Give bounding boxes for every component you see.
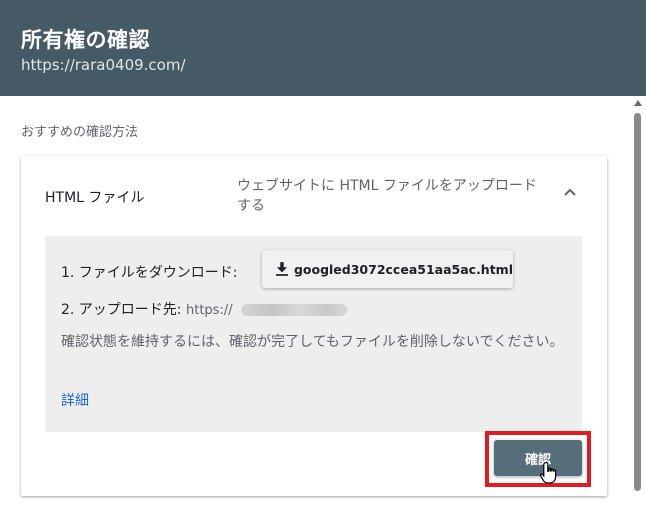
download-file-button[interactable]: googled3072ccea51aa5ac.html [262,250,513,288]
dialog-title: 所有権の確認 [21,28,150,52]
step2-row: 2. アップロード先: https:// [61,299,348,319]
highlight-box [485,431,591,487]
property-url: https://rara0409.com/ [21,56,186,74]
download-file-name: googled3072ccea51aa5ac.html [293,261,513,277]
chevron-up-icon[interactable] [561,184,579,202]
scrollbar[interactable] [630,96,646,515]
scrollbar-thumb[interactable] [634,113,641,491]
scroll-up-arrow-icon[interactable] [633,99,643,107]
step2-label: 2. アップロード先: [61,302,182,318]
method-title[interactable]: HTML ファイル [45,187,144,207]
method-description[interactable]: ウェブサイトに HTML ファイルをアップロードする [237,176,549,216]
method-details-panel: 1. ファイルをダウンロード: googled3072ccea51aa5ac.h… [45,236,582,432]
details-link[interactable]: 詳細 [61,390,89,410]
section-label: おすすめの確認方法 [21,125,139,140]
hand-cursor-icon [540,461,557,484]
keep-file-note: 確認状態を維持するには、確認が完了してもファイルを削除しないでください。 [61,334,564,350]
redacted-url [241,304,348,316]
download-icon [276,262,288,276]
upload-url: https:// [185,303,233,318]
step1-label: 1. ファイルをダウンロード: [61,265,238,281]
dialog-header: 所有権の確認 https://rara0409.com/ [0,0,646,96]
